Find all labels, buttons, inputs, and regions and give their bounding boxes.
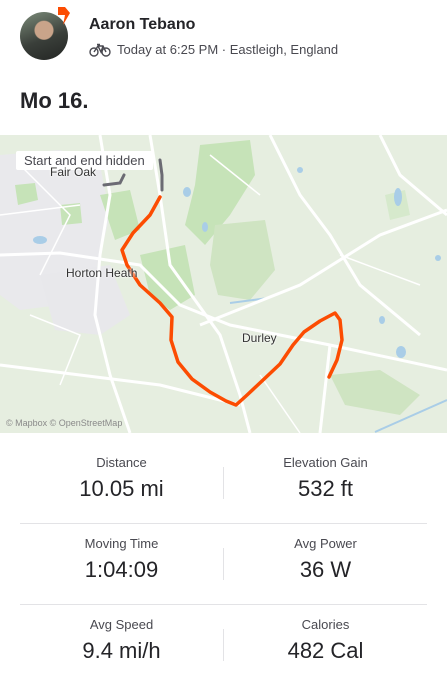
- stat-label: Moving Time: [84, 536, 159, 551]
- stat-distance: Distance 10.05 mi: [20, 443, 223, 523]
- stats-grid: Distance 10.05 mi Elevation Gain 532 ft …: [20, 443, 427, 685]
- stat-label: Avg Power: [294, 536, 357, 551]
- stat-avg-power: Avg Power 36 W: [224, 524, 427, 604]
- activity-title[interactable]: Mo 16.: [20, 88, 88, 114]
- stat-elevation-gain: Elevation Gain 532 ft: [224, 443, 427, 523]
- map-label-horton-heath: Horton Heath: [66, 266, 138, 280]
- activity-header: Aaron Tebano Today at 6:25 PM · Eastleig…: [0, 0, 447, 80]
- stat-label: Avg Speed: [89, 617, 154, 632]
- stat-row: Distance 10.05 mi Elevation Gain 532 ft: [20, 443, 427, 524]
- stat-row: Moving Time 1:04:09 Avg Power 36 W: [20, 524, 427, 605]
- bike-icon: [89, 43, 111, 57]
- map-attribution[interactable]: © Mapbox © OpenStreetMap: [6, 418, 122, 428]
- stat-row: Avg Speed 9.4 mi/h Calories 482 Cal: [20, 605, 427, 685]
- stat-value: 482 Cal: [287, 638, 364, 663]
- stat-value: 1:04:09: [84, 557, 159, 582]
- map-tiles: [0, 135, 447, 433]
- stat-moving-time: Moving Time 1:04:09: [20, 524, 223, 604]
- athlete-name[interactable]: Aaron Tebano: [89, 16, 195, 34]
- stat-label: Elevation Gain: [283, 455, 368, 470]
- stat-value: 36 W: [299, 557, 352, 582]
- stat-label: Distance: [96, 455, 147, 470]
- map-label-durley: Durley: [242, 331, 277, 345]
- stat-avg-speed: Avg Speed 9.4 mi/h: [20, 605, 223, 685]
- route-map[interactable]: Start and end hidden Fair Oak Horton Hea…: [0, 135, 447, 433]
- activity-meta: Today at 6:25 PM · Eastleigh, England: [89, 42, 338, 57]
- stat-calories: Calories 482 Cal: [224, 605, 427, 685]
- map-label-fair-oak: Fair Oak: [50, 165, 97, 179]
- stat-value: 532 ft: [297, 476, 354, 501]
- stat-label: Calories: [301, 617, 350, 632]
- strava-badge-icon: [58, 7, 70, 25]
- stat-value: 10.05 mi: [79, 476, 164, 501]
- activity-meta-text: Today at 6:25 PM · Eastleigh, England: [117, 42, 339, 57]
- stat-value: 9.4 mi/h: [82, 638, 161, 663]
